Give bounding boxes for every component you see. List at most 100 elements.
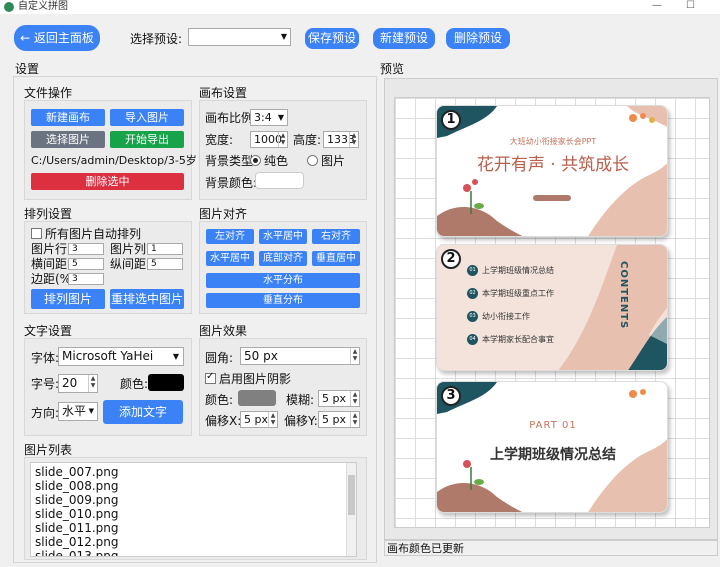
bg-image-radio[interactable] [307, 155, 318, 166]
checkmark-icon: ✓ [206, 371, 215, 382]
back-to-main-button[interactable]: ← 返回主面板 [14, 25, 100, 51]
status-text: 画布颜色已更新 [387, 542, 464, 555]
font-size-label: 字号: [31, 377, 60, 391]
spin-arrows-icon[interactable]: ▲ ▼ [278, 132, 287, 147]
new-preset-button[interactable]: 新建预设 [373, 28, 435, 49]
bg-type-label: 背景类型 [205, 154, 254, 168]
list-item[interactable]: slide_012.png [35, 535, 118, 549]
cols-spinbox[interactable]: 1 [147, 243, 183, 255]
slide-3-part-label: PART 01 [529, 420, 577, 431]
delete-selected-button[interactable]: 删除选中 [31, 173, 184, 190]
scrollbar-thumb[interactable] [348, 475, 355, 515]
ratio-select[interactable]: 3:4 ▼ [250, 109, 288, 126]
spin-arrows-icon[interactable]: ▲ ▼ [350, 391, 359, 406]
add-text-button[interactable]: 添加文字 [103, 400, 183, 424]
direction-select[interactable]: 水平 ▼ [58, 402, 98, 421]
align-right-button[interactable]: 右对齐 [312, 229, 360, 244]
width-spinbox[interactable]: 1000 ▲ ▼ [250, 131, 288, 148]
import-images-button[interactable]: 导入图片 [110, 109, 184, 126]
font-size-spinbox[interactable]: 20 ▲ ▼ [58, 374, 98, 393]
cols-label: 图片列数 [110, 242, 146, 256]
arrange-images-button[interactable]: 排列图片 [31, 289, 105, 309]
blur-label: 模糊: [286, 393, 315, 407]
cols-value: 1 [151, 244, 157, 254]
text-color-swatch[interactable] [148, 374, 184, 391]
align-title: 图片对齐 [199, 207, 248, 221]
vertical-distribute-button[interactable]: 垂直分布 [206, 293, 360, 308]
file-path-text: C:/Users/admin/Desktop/3-5岁 [31, 154, 197, 167]
vgap-spinbox[interactable]: 5 [147, 258, 183, 270]
rows-value: 3 [72, 244, 78, 254]
bg-solid-label: 纯色 [264, 154, 289, 168]
status-bar: 画布颜色已更新 [384, 540, 718, 556]
spin-arrows-icon[interactable]: ▲ ▼ [349, 132, 358, 147]
radius-label: 圆角: [205, 351, 234, 365]
offset-y-value: 5 px [322, 413, 346, 426]
rearrange-selected-button[interactable]: 重排选中图片 [110, 289, 184, 309]
rows-spinbox[interactable]: 3 [68, 243, 104, 255]
title-bar: 自定义拼图 — ☐ [0, 0, 720, 14]
minimize-button[interactable]: — [652, 0, 662, 12]
blur-value: 5 px [322, 392, 346, 405]
shadow-checkbox[interactable]: ✓ [205, 371, 216, 384]
slide-3-number-badge: 3 [441, 386, 461, 406]
list-item[interactable]: slide_013.png [35, 549, 118, 556]
hgap-spinbox[interactable]: 5 [68, 258, 104, 270]
horizontal-distribute-button[interactable]: 水平分布 [206, 273, 360, 288]
slide-image-1[interactable]: 1 大班幼小衔接家长会PPT 花开有声 · 共筑成长 [436, 105, 668, 237]
hgap-value: 5 [72, 259, 78, 269]
slide-2-item-text: 幼小衔接工作 [482, 312, 530, 321]
list-item[interactable]: slide_009.png [35, 493, 118, 507]
vertical-center-button[interactable]: 垂直居中 [312, 251, 360, 266]
vgap-value: 5 [151, 259, 157, 269]
list-item[interactable]: slide_010.png [35, 507, 118, 521]
text-settings-title: 文字设置 [24, 324, 73, 338]
preset-select[interactable]: ▼ [188, 28, 291, 46]
export-button[interactable]: 开始导出 [110, 131, 184, 148]
auto-arrange-checkbox[interactable] [31, 228, 42, 239]
settings-title: 设置 [15, 62, 40, 76]
save-preset-button[interactable]: 保存预设 [305, 28, 359, 49]
direction-value: 水平 [62, 404, 87, 418]
slide-image-3[interactable]: 3 PART 01 上学期班级情况总结 [436, 381, 668, 513]
spin-arrows-icon[interactable]: ▲ ▼ [350, 412, 359, 427]
bg-solid-radio[interactable] [250, 155, 261, 166]
list-scrollbar[interactable] [346, 463, 356, 556]
slide-image-2[interactable]: 2 CONTENTS 01 上学期班级情况总结 02 本学期班级重点工作 03 … [436, 244, 668, 371]
offset-y-label: 偏移Y: [284, 414, 318, 428]
effects-title: 图片效果 [199, 324, 248, 338]
margin-spinbox[interactable]: 3 [68, 273, 104, 285]
offset-y-spinbox[interactable]: 5 px ▲ ▼ [318, 411, 360, 428]
margin-value: 3 [72, 274, 78, 284]
align-hcenter-button[interactable]: 水平居中 [259, 229, 307, 244]
select-images-button[interactable]: 选择图片 [31, 131, 105, 148]
offset-x-spinbox[interactable]: 5 px ▲ ▼ [240, 411, 278, 428]
maximize-button[interactable]: ☐ [686, 0, 695, 12]
spin-arrows-icon[interactable]: ▲ ▼ [350, 348, 359, 364]
spin-arrows-icon[interactable]: ▲ ▼ [88, 375, 97, 392]
font-select[interactable]: Microsoft YaHei ▼ [58, 347, 184, 366]
list-item[interactable]: slide_008.png [35, 479, 118, 493]
bg-color-swatch[interactable] [255, 172, 304, 189]
slide-2-item-text: 本学期家长配合事宜 [482, 335, 554, 344]
image-list[interactable]: slide_007.png slide_008.png slide_009.pn… [30, 462, 357, 557]
height-spinbox[interactable]: 1333 ▲ ▼ [323, 131, 359, 148]
chevron-down-icon: ▼ [88, 407, 94, 415]
chevron-down-icon: ▼ [172, 352, 179, 361]
preset-label: 选择预设: [130, 32, 183, 46]
slide-2-item-text: 上学期班级情况总结 [482, 266, 554, 275]
slide-2-item-number: 01 [467, 265, 478, 276]
direction-label: 方向: [31, 406, 60, 420]
spin-arrows-icon[interactable]: ▲ ▼ [268, 412, 277, 427]
align-left-button[interactable]: 左对齐 [206, 229, 254, 244]
list-item[interactable]: slide_007.png [35, 465, 118, 479]
delete-preset-button[interactable]: 删除预设 [446, 28, 510, 49]
shadow-color-swatch[interactable] [238, 390, 276, 406]
blur-spinbox[interactable]: 5 px ▲ ▼ [318, 390, 360, 407]
align-bottom-button[interactable]: 底部对齐 [259, 251, 307, 266]
auto-arrange-label: 所有图片自动排列 [45, 227, 142, 241]
horizontal-center-button[interactable]: 水平居中 [206, 251, 254, 266]
new-canvas-button[interactable]: 新建画布 [31, 109, 105, 126]
radius-spinbox[interactable]: 50 px ▲ ▼ [240, 347, 360, 365]
list-item[interactable]: slide_011.png [35, 521, 118, 535]
